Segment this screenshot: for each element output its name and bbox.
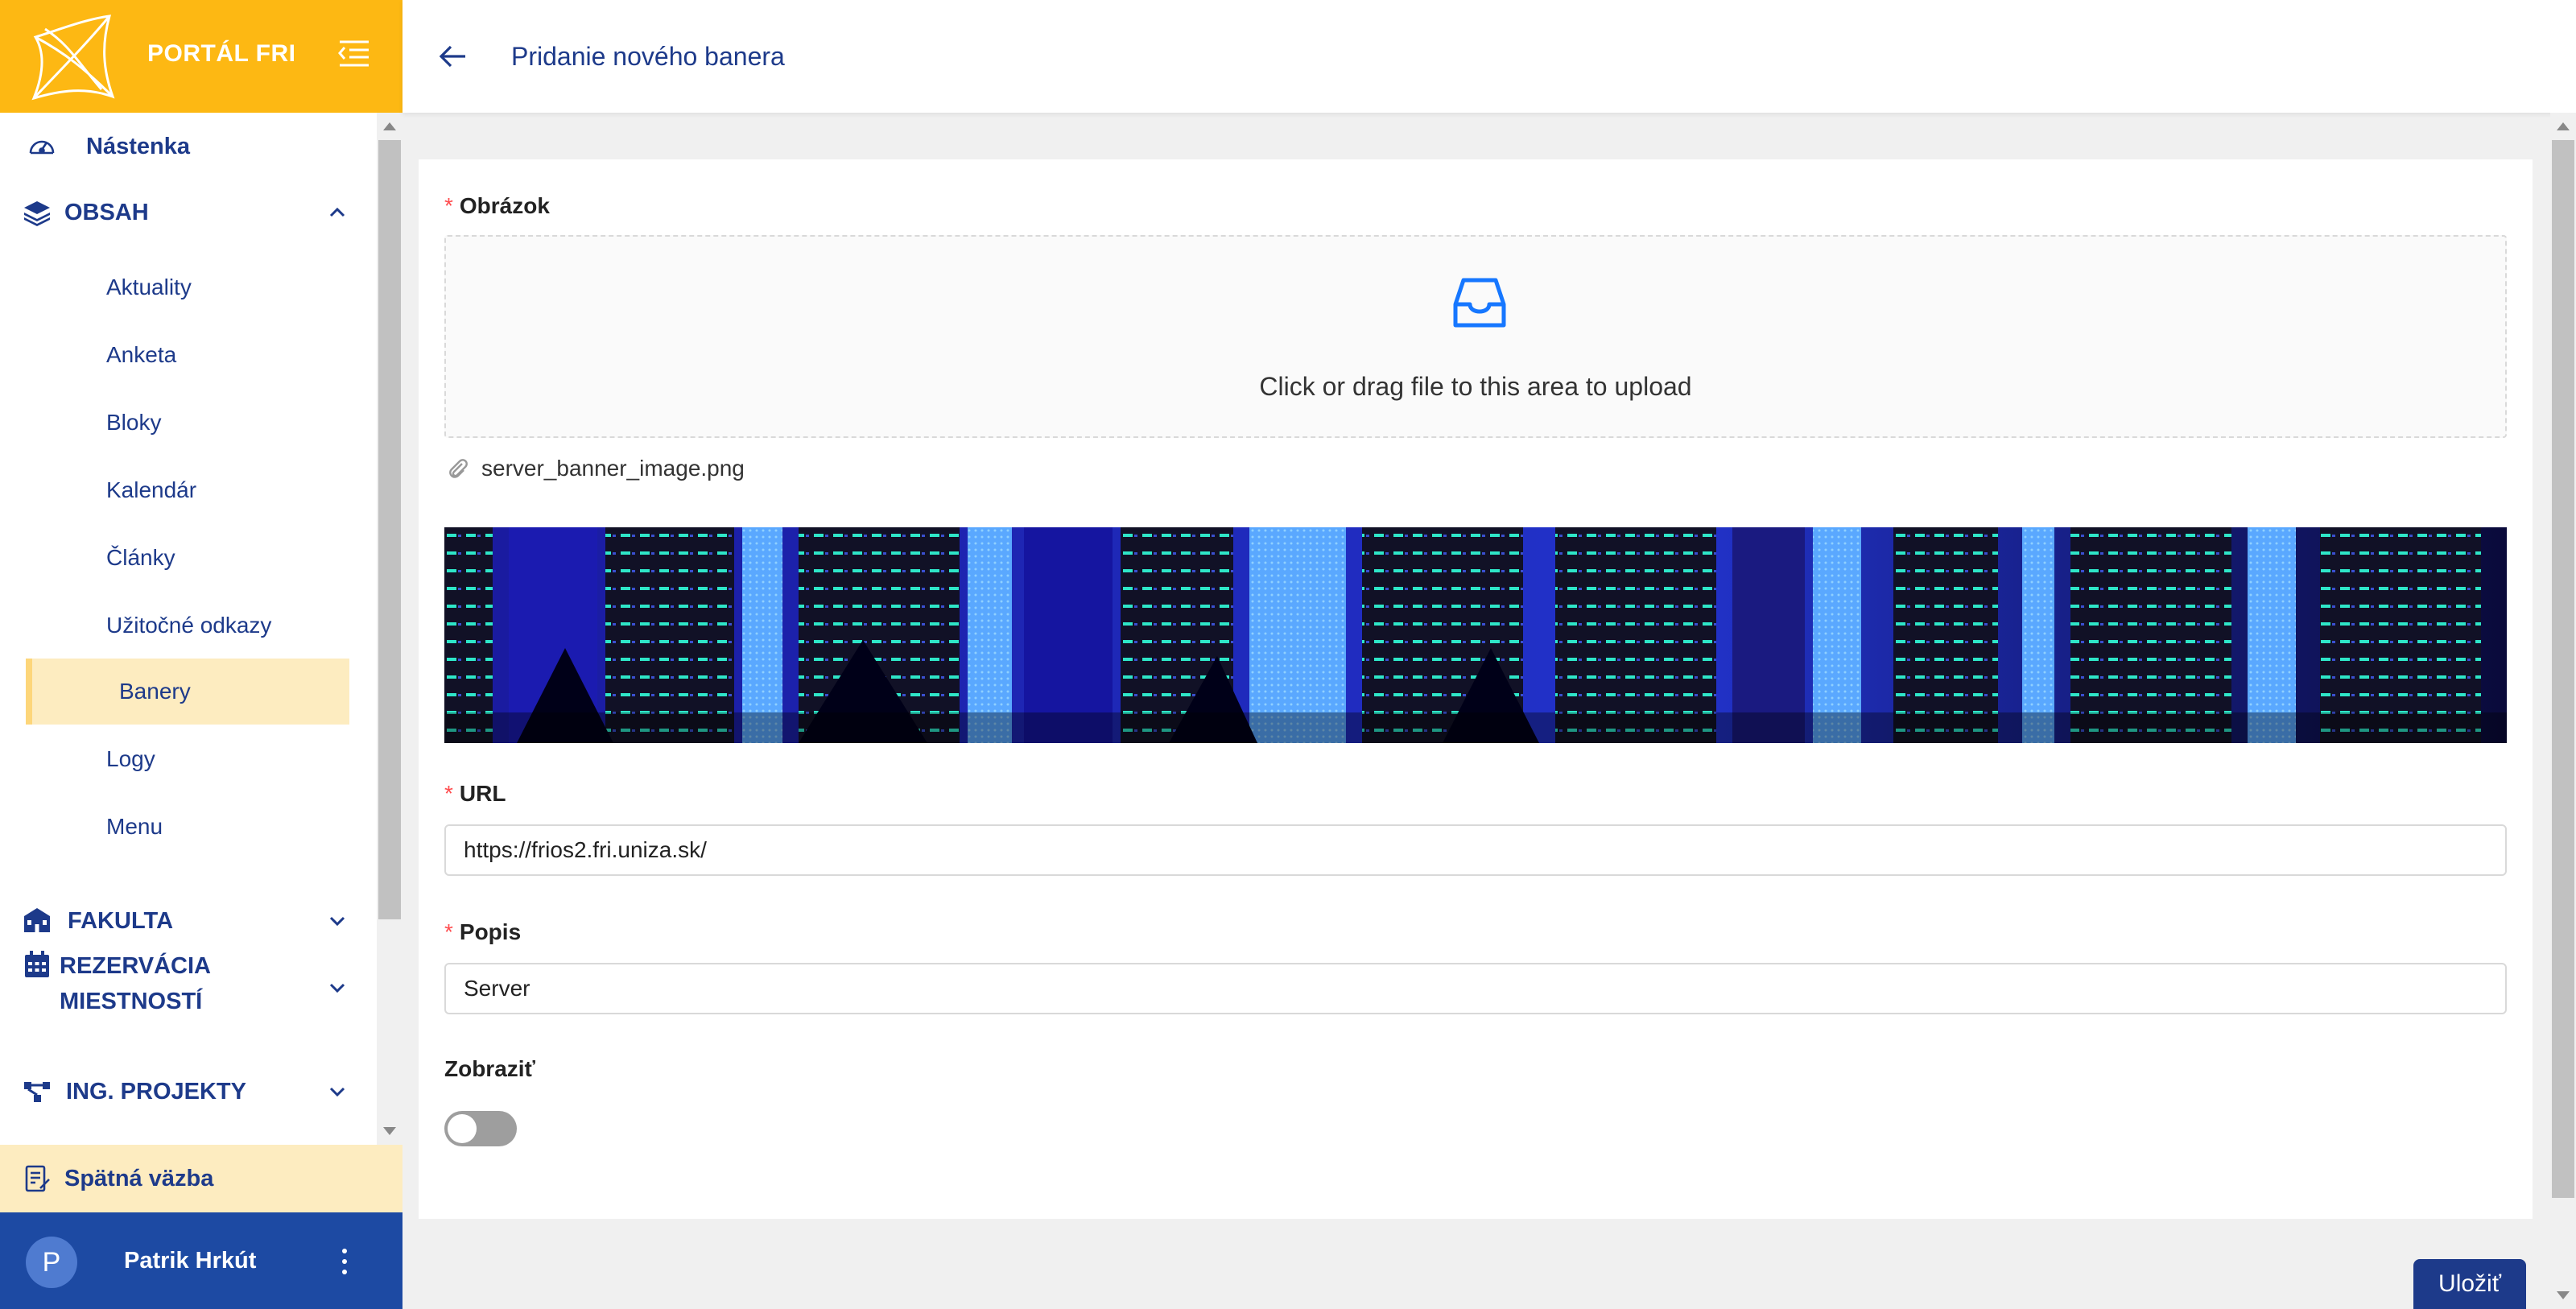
sidebar-scrollbar[interactable] — [377, 113, 402, 1145]
sidebar-item-label: Aktuality — [106, 275, 192, 299]
required-mark: * — [444, 919, 453, 944]
page-title: Pridanie nového banera — [511, 42, 785, 71]
banner-form: * Obrázok Click or drag file to this area… — [419, 159, 2533, 1219]
page-header: Pridanie nového banera — [402, 0, 2576, 113]
chevron-down-icon — [329, 983, 345, 993]
more-vertical-icon[interactable] — [330, 1241, 359, 1282]
sidebar: PORTÁL FRI Nástenka OBSAH Aktuality Anke… — [0, 0, 402, 1309]
sidebar-item-label: Menu — [106, 814, 163, 839]
sidebar-group-faculty[interactable]: FAKULTA — [0, 889, 378, 953]
sidebar-item-clanky[interactable]: Články — [26, 525, 349, 591]
user-panel: P Patrik Hrkút — [0, 1212, 402, 1309]
chevron-down-icon — [329, 916, 345, 927]
sidebar-item-feedback[interactable]: Spätná väzba — [0, 1145, 402, 1212]
sidebar-item-anketa[interactable]: Anketa — [26, 322, 349, 388]
sidebar-group-label-line2: MIESTNOSTÍ — [60, 989, 203, 1014]
sidebar-nav: Nástenka OBSAH Aktuality Anketa Bloky Ka… — [0, 113, 378, 1145]
toggle-knob — [448, 1114, 477, 1143]
sidebar-group-label: OBSAH — [64, 199, 149, 225]
chevron-up-icon — [329, 207, 345, 217]
chevron-down-icon — [329, 1087, 345, 1097]
scrollbar-thumb[interactable] — [378, 140, 401, 919]
show-field-label: Zobraziť — [444, 1056, 535, 1081]
sidebar-group-label: FAKULTA — [68, 907, 174, 934]
sidebar-item-label: Spätná väzba — [64, 1165, 214, 1191]
calendar-icon — [25, 951, 49, 977]
sidebar-item-label: Banery — [119, 679, 191, 704]
brand-title: PORTÁL FRI — [147, 40, 296, 67]
dashboard-icon — [29, 140, 55, 155]
sidebar-group-label: ING. PROJEKTY — [66, 1078, 246, 1105]
sidebar-item-dashboard[interactable]: Nástenka — [0, 114, 378, 179]
uploaded-file[interactable]: server_banner_image.png — [444, 452, 927, 485]
required-mark: * — [444, 193, 453, 218]
image-field-label: * Obrázok — [444, 193, 550, 218]
required-mark: * — [444, 781, 453, 806]
inbox-icon — [1453, 278, 1506, 328]
sidebar-item-label: Nástenka — [86, 133, 190, 159]
user-name: Patrik Hrkút — [124, 1248, 257, 1274]
menu-fold-icon[interactable] — [336, 37, 372, 69]
sidebar-group-content[interactable]: OBSAH — [0, 180, 378, 245]
description-input[interactable] — [444, 963, 2507, 1014]
sidebar-item-menu[interactable]: Menu — [26, 794, 349, 860]
sidebar-item-label: Články — [106, 545, 175, 570]
network-icon — [24, 1082, 50, 1102]
avatar[interactable]: P — [26, 1237, 77, 1288]
sidebar-item-banery[interactable]: Banery — [26, 659, 349, 725]
save-button[interactable]: Uložiť — [2413, 1259, 2526, 1309]
sidebar-item-label: Kalendár — [106, 477, 197, 502]
sidebar-item-uzitocne-odkazy[interactable]: Užitočné odkazy — [26, 593, 349, 659]
building-icon — [24, 908, 50, 932]
scrollbar-thumb[interactable] — [2552, 140, 2574, 1198]
scroll-down-arrow-icon[interactable] — [383, 1127, 396, 1135]
sidebar-item-aktuality[interactable]: Aktuality — [26, 254, 349, 320]
sidebar-item-label: Užitočné odkazy — [106, 613, 272, 638]
sidebar-group-projects[interactable]: ING. PROJEKTY — [0, 1059, 378, 1124]
upload-dropzone[interactable]: Click or drag file to this area to uploa… — [444, 235, 2507, 438]
url-input[interactable] — [444, 824, 2507, 876]
sidebar-item-kalendar[interactable]: Kalendár — [26, 457, 349, 523]
sidebar-item-label: Logy — [106, 746, 155, 771]
show-toggle[interactable] — [444, 1111, 517, 1146]
layers-icon — [24, 201, 50, 226]
brand-header: PORTÁL FRI — [0, 0, 402, 113]
description-field-label: * Popis — [444, 919, 522, 944]
sidebar-group-reservations[interactable]: REZERVÁCIA MIESTNOSTÍ — [0, 950, 378, 1027]
scroll-up-arrow-icon[interactable] — [383, 122, 396, 130]
scroll-up-arrow-icon[interactable] — [2557, 122, 2570, 130]
feedback-icon — [25, 1165, 50, 1192]
arrow-left-icon[interactable] — [435, 40, 470, 72]
upload-hint: Click or drag file to this area to uploa… — [1259, 372, 1692, 401]
file-name: server_banner_image.png — [481, 456, 745, 481]
url-field-label: * URL — [444, 781, 506, 806]
sidebar-item-bloky[interactable]: Bloky — [26, 390, 349, 456]
banner-image-preview — [444, 527, 2507, 743]
sidebar-item-label: Bloky — [106, 410, 162, 435]
paperclip-icon — [449, 459, 468, 478]
fri-star-logo — [31, 14, 115, 101]
sidebar-group-label: REZERVÁCIA — [60, 953, 211, 979]
sidebar-item-logy[interactable]: Logy — [26, 726, 349, 792]
scroll-down-arrow-icon[interactable] — [2557, 1291, 2570, 1299]
main-scrollbar[interactable] — [2550, 113, 2576, 1309]
sidebar-item-label: Anketa — [106, 342, 177, 367]
